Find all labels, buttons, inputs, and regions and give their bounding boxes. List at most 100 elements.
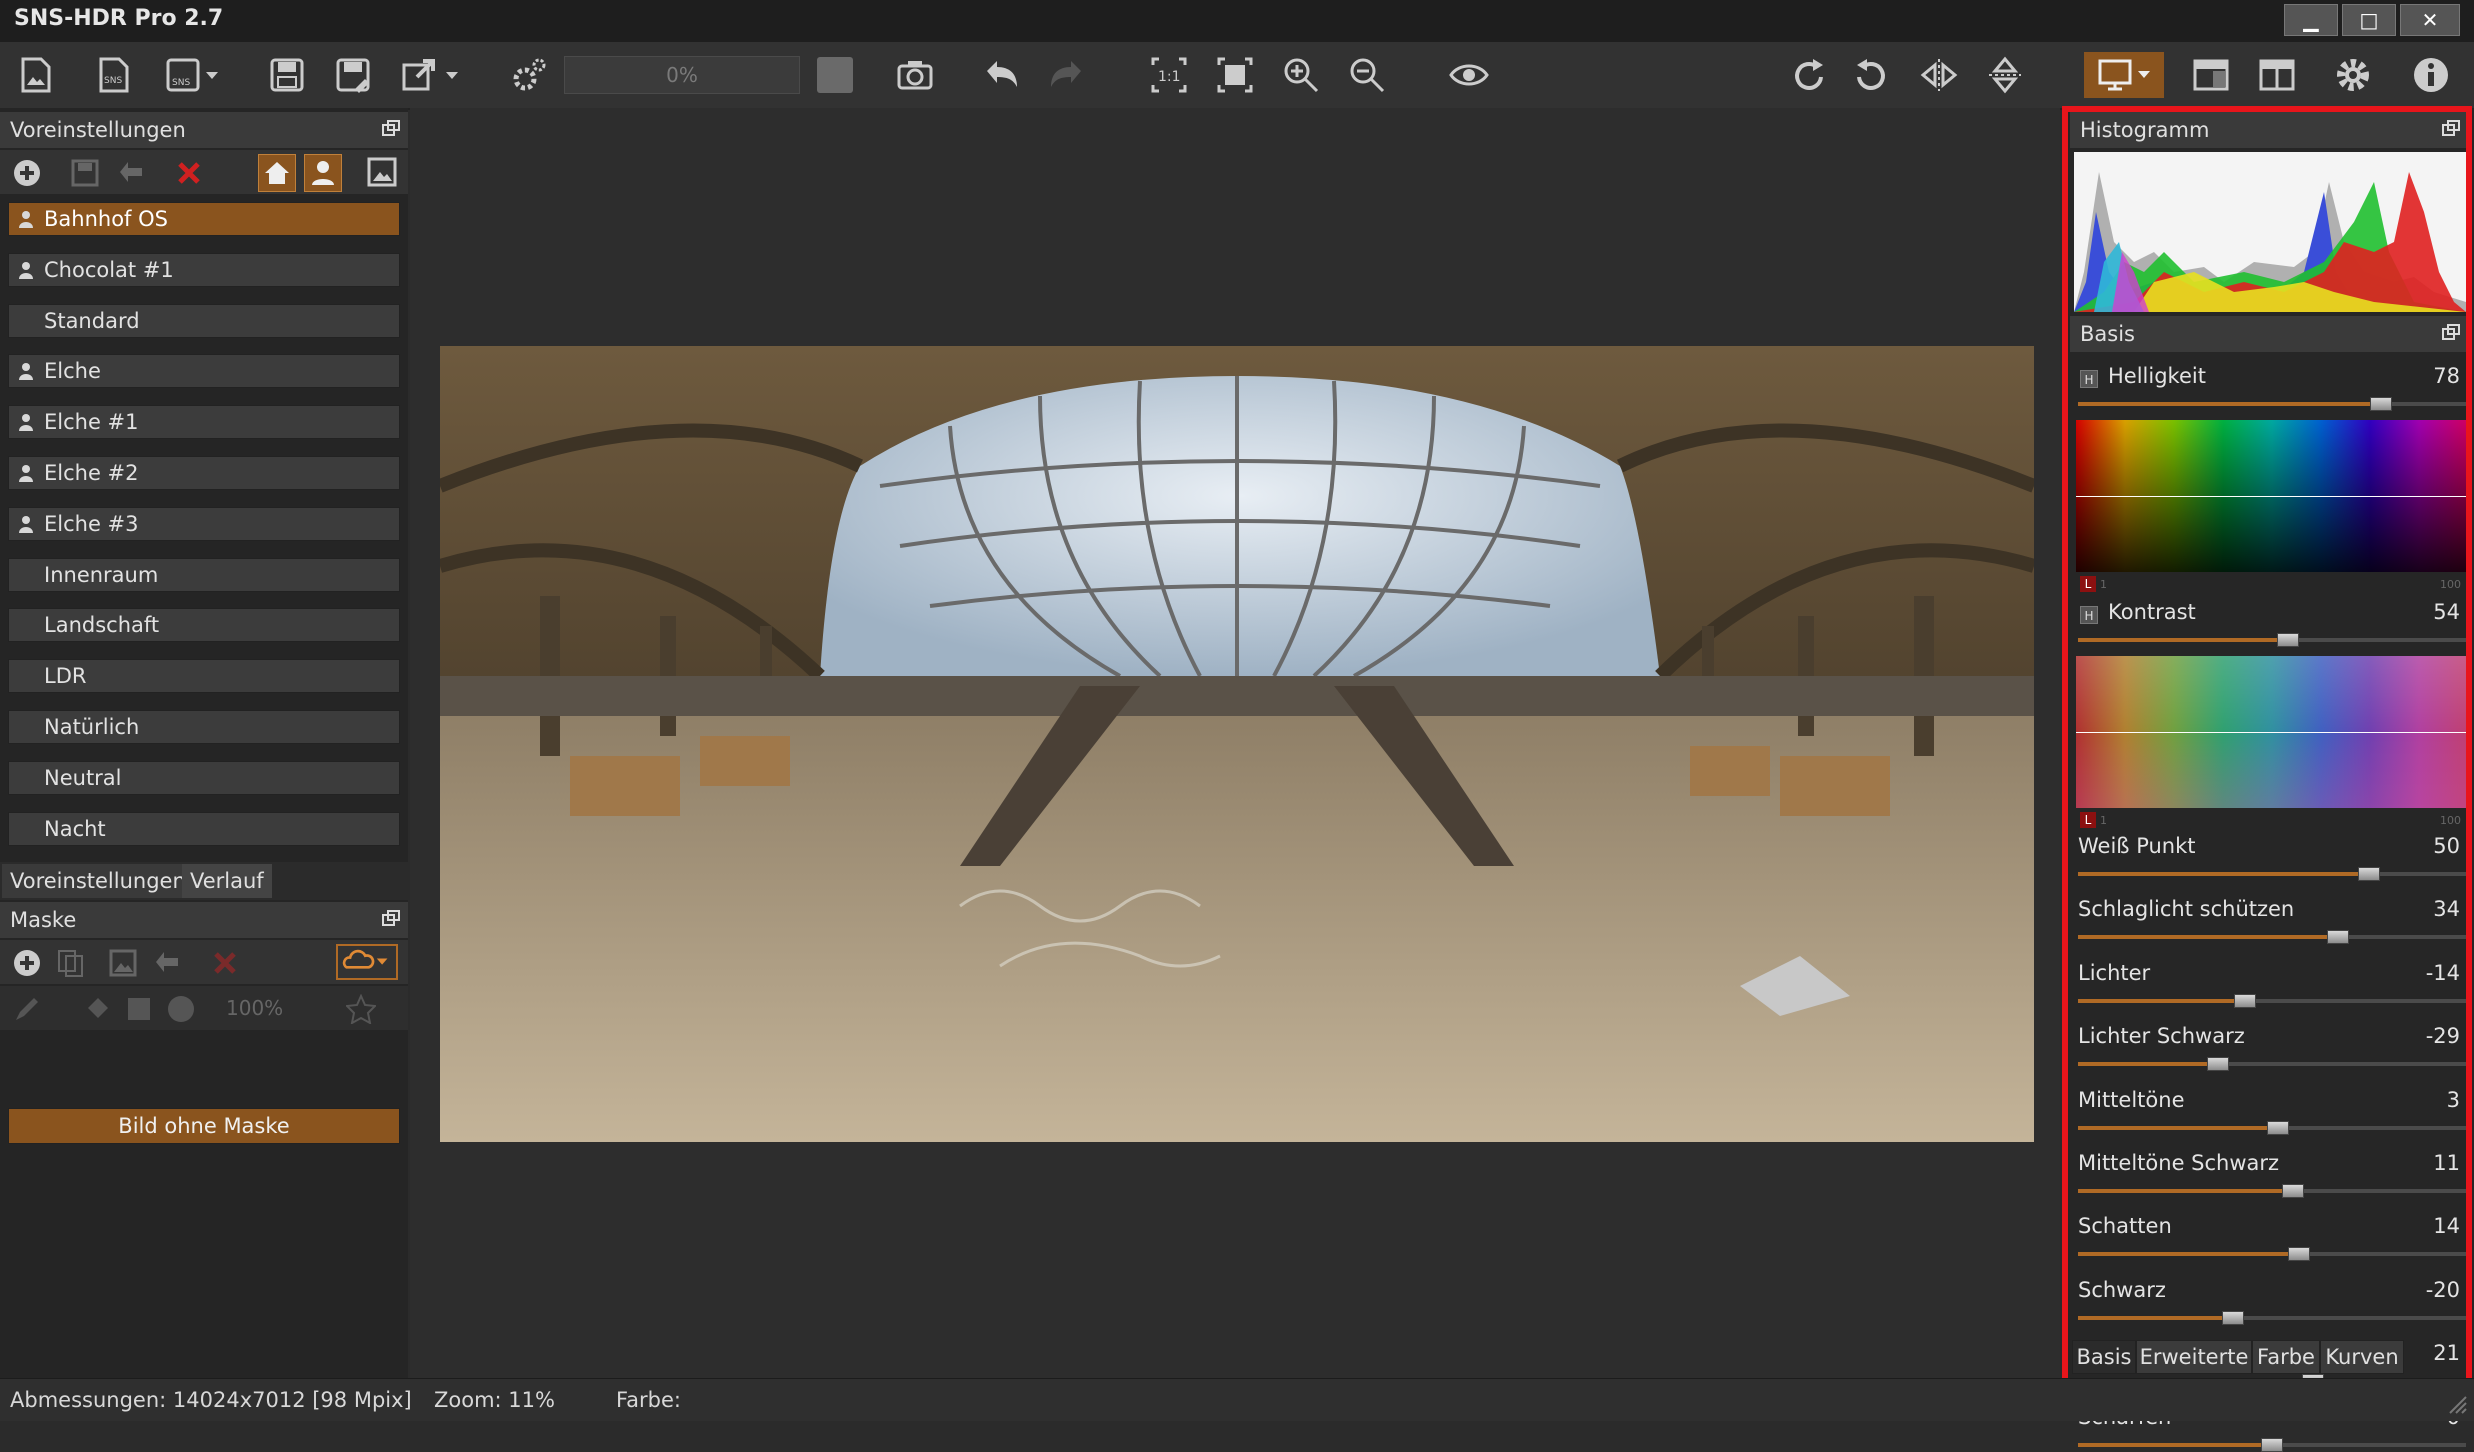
slider-thumb[interactable] [2261,1437,2283,1452]
close-button[interactable]: ✕ [2400,4,2460,36]
status-dimensions: Abmessungen: 14024x7012 [98 Mpix] [10,1388,412,1412]
presets-tab-bar: Voreinstellungen Verlauf [0,862,408,900]
update-mask-icon[interactable] [152,948,182,978]
star-icon[interactable] [346,994,376,1024]
mask-panel-title: Maske [10,908,77,932]
save-as-icon[interactable] [330,52,376,98]
stop-icon[interactable] [812,52,858,98]
preset-item[interactable]: Bahnhof OS [8,202,400,236]
info-icon[interactable] [2408,52,2454,98]
status-bar: Abmessungen: 14024x7012 [98 Mpix] Zoom: … [0,1378,2474,1421]
save-icon[interactable] [264,52,310,98]
delete-mask-icon[interactable] [212,950,238,976]
highlight-box [2062,106,2472,1390]
slider-track[interactable] [2078,1437,2466,1452]
save-preset-icon[interactable] [70,158,100,188]
open-image-icon[interactable] [12,52,58,98]
zoom-in-icon[interactable] [1278,52,1324,98]
update-preset-icon[interactable] [116,158,146,188]
preset-item[interactable]: LDR [8,659,400,694]
layout-panel-icon[interactable] [2188,52,2234,98]
preset-label: Neutral [44,765,122,790]
preset-label: Elche #3 [44,511,139,536]
preset-label: Elche [44,359,101,384]
tab-history[interactable]: Verlauf [182,864,272,898]
circle-icon[interactable] [168,996,194,1022]
rectangle-icon[interactable] [128,998,150,1020]
rotate-left-icon[interactable] [1850,52,1896,98]
undo-icon[interactable] [978,52,1024,98]
preset-label: Chocolat #1 [44,257,174,282]
preset-label: LDR [44,664,87,689]
maximize-button[interactable]: □ [2342,4,2396,36]
preset-item[interactable]: Innenraum [8,557,400,592]
open-sns-icon[interactable]: SNS [90,52,136,98]
svg-text:SNS: SNS [104,76,122,86]
camera-icon[interactable] [892,52,938,98]
preset-item[interactable]: Elche #1 [8,405,400,440]
export-icon[interactable] [396,52,442,98]
presets-toolbar [0,150,408,194]
image-icon[interactable] [366,156,398,188]
preset-item[interactable]: Natürlich [8,710,400,744]
tab-presets[interactable]: Voreinstellungen [2,864,194,898]
mask-opacity[interactable]: 100% [226,996,283,1020]
user-icon [19,515,33,533]
svg-text:1:1: 1:1 [1158,69,1181,85]
preset-item[interactable]: Neutral [8,760,400,795]
minimize-button[interactable]: ▁ [2284,4,2338,36]
preset-item[interactable]: Nacht [8,811,400,846]
preset-label: Nacht [44,816,106,841]
preset-item[interactable]: Elche #2 [8,456,400,490]
status-color: Farbe: [616,1388,681,1412]
preset-item[interactable]: Chocolat #1 [8,252,400,287]
home-icon[interactable] [258,154,296,192]
svg-text:SNS: SNS [172,78,190,88]
preset-item[interactable]: Elche #3 [8,506,400,541]
rotate-right-icon[interactable] [1784,52,1830,98]
user-icon [19,363,33,381]
mask-cloud-dropdown[interactable] [336,944,398,980]
panorama-image[interactable] [440,346,2034,1142]
undock-icon[interactable] [382,120,400,136]
preset-item[interactable]: Landschaft [8,608,400,643]
duplicate-mask-icon[interactable] [56,948,86,978]
resize-grip-icon[interactable] [2446,1393,2468,1415]
user-icon [19,211,33,228]
preset-item[interactable]: Elche [8,354,400,389]
layout-split-icon[interactable] [2254,52,2300,98]
zoom-actual-size-icon[interactable]: 1:1 [1146,52,1192,98]
brush-icon[interactable] [12,994,42,1024]
preset-item[interactable]: Standard [8,303,400,338]
user-icon [19,414,33,432]
fit-screen-icon[interactable] [1212,52,1258,98]
preset-label: Natürlich [44,715,140,739]
no-mask-button[interactable]: Bild ohne Maske [8,1108,400,1144]
flip-horizontal-icon[interactable] [1916,52,1962,98]
progress-bar: 0% [564,56,800,94]
settings-gear-icon[interactable] [2330,52,2376,98]
preset-label: Elche #1 [44,410,139,435]
flip-vertical-icon[interactable] [1982,52,2028,98]
add-mask-icon[interactable] [12,948,42,978]
fill-icon[interactable] [82,994,112,1024]
preset-label: Elche #2 [44,461,139,485]
batch-settings-icon[interactable] [506,52,552,98]
user-icon [19,465,33,482]
chevron-down-icon[interactable] [440,52,464,98]
chevron-down-icon[interactable] [200,52,224,98]
presets-panel-title: Voreinstellungen [10,118,186,142]
zoom-out-icon[interactable] [1344,52,1390,98]
redo-icon[interactable] [1044,52,1090,98]
undock-icon[interactable] [382,910,400,926]
delete-icon[interactable] [176,160,202,186]
display-mode-button[interactable] [2084,52,2164,98]
user-icon[interactable] [304,154,342,192]
main-toolbar: SNS SNS 0% 1:1 [0,42,2474,110]
preview-eye-icon[interactable] [1446,52,1492,98]
user-icon [19,261,33,279]
add-icon[interactable] [12,158,42,188]
app-title: SNS-HDR Pro 2.7 [14,6,224,31]
status-zoom: Zoom: 11% [434,1388,555,1412]
mask-image-icon[interactable] [108,948,138,978]
